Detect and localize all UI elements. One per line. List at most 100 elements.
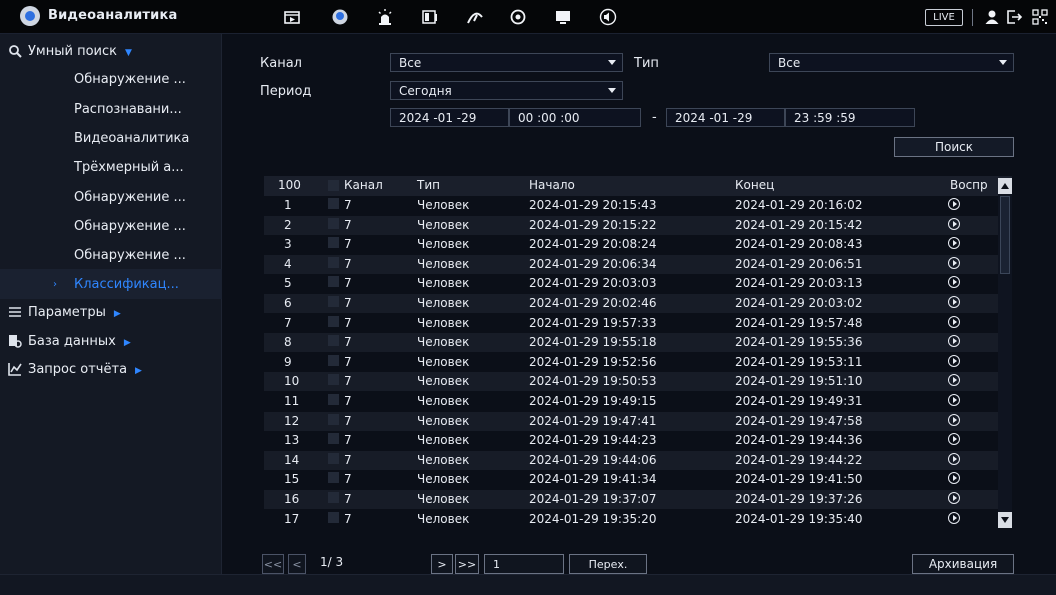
- table-row[interactable]: 2 7 Человек 2024-01-29 20:15:22 2024-01-29 2…: [264, 215, 1012, 235]
- table-row[interactable]: 11 7 Человек 2024-01-29 19:49:15 2024-01-29 …: [264, 392, 1012, 411]
- play-icon[interactable]: [948, 354, 960, 367]
- row-checkbox[interactable]: [328, 335, 339, 347]
- row-checkbox[interactable]: [328, 472, 339, 484]
- row-checkbox[interactable]: [328, 315, 339, 327]
- row-checkbox[interactable]: [328, 413, 339, 425]
- row-checkbox[interactable]: [328, 256, 339, 268]
- channel-select[interactable]: Все: [390, 53, 623, 72]
- sidebar-item-detection-4[interactable]: Обнаружение ...: [0, 240, 222, 270]
- table-row[interactable]: 4 7 Человек 2024-01-29 20:06:34 2024-01-29 2…: [264, 254, 1012, 274]
- table-row[interactable]: 9 7 Человек 2024-01-29 19:52:56 2024-01-29 1…: [264, 353, 1012, 372]
- user-icon[interactable]: [982, 7, 1002, 27]
- header-type[interactable]: Тип: [417, 178, 440, 192]
- archive-button[interactable]: Архивация: [912, 554, 1014, 574]
- goto-page-input[interactable]: 1: [484, 554, 564, 574]
- sidebar-group-report[interactable]: Запрос отчёта ▶: [0, 354, 222, 384]
- play-icon[interactable]: [948, 492, 960, 504]
- scroll-thumb[interactable]: [1000, 196, 1010, 274]
- select-all-checkbox[interactable]: [328, 180, 339, 191]
- sidebar-group-parameters[interactable]: Параметры ▶: [0, 297, 222, 327]
- table-row[interactable]: 17 7 Человек 2024-01-29 19:35:20 2024-01-29 …: [264, 510, 1012, 529]
- ptz-icon[interactable]: [508, 7, 528, 27]
- play-icon[interactable]: [948, 217, 960, 230]
- table-row[interactable]: 15 7 Человек 2024-01-29 19:41:34 2024-01-29 …: [264, 470, 1012, 489]
- type-select[interactable]: Все: [769, 53, 1014, 72]
- table-row[interactable]: 7 7 Человек 2024-01-29 19:57:33 2024-01-29 1…: [264, 314, 1012, 333]
- display-icon[interactable]: [420, 7, 440, 27]
- table-row[interactable]: 16 7 Человек 2024-01-29 19:37:07 2024-01-29 …: [264, 490, 1012, 509]
- sidebar-item-detection-2[interactable]: Обнаружение ...: [0, 182, 222, 212]
- sidebar-group-database[interactable]: База данных ▶: [0, 326, 222, 356]
- network-icon[interactable]: [465, 7, 485, 27]
- row-checkbox[interactable]: [328, 296, 339, 307]
- table-row[interactable]: 13 7 Человек 2024-01-29 19:44:23 2024-01-29 …: [264, 431, 1012, 450]
- play-icon[interactable]: [948, 276, 960, 289]
- play-icon[interactable]: [948, 394, 960, 406]
- sidebar-section-smart-search[interactable]: Умный поиск ▼: [0, 36, 222, 66]
- scroll-down-button[interactable]: [998, 512, 1012, 528]
- row-checkbox[interactable]: [328, 217, 339, 229]
- header-playback[interactable]: Воспр: [950, 178, 988, 192]
- logout-icon[interactable]: [1005, 7, 1025, 27]
- search-button[interactable]: Поиск: [894, 137, 1014, 157]
- play-icon[interactable]: [948, 256, 960, 269]
- play-icon[interactable]: [948, 296, 960, 308]
- header-channel[interactable]: Канал: [344, 178, 383, 192]
- sidebar-item-classification[interactable]: › Классификац...: [0, 269, 222, 299]
- sidebar-item-detection-3[interactable]: Обнаружение ...: [0, 211, 222, 241]
- sidebar-item-3d[interactable]: Трёхмерный а...: [0, 152, 222, 182]
- last-page-button[interactable]: >>: [455, 554, 479, 574]
- play-icon[interactable]: [948, 452, 960, 465]
- play-icon[interactable]: [948, 315, 960, 328]
- sidebar-item-video-analytics[interactable]: Видеоаналитика: [0, 123, 222, 153]
- play-icon[interactable]: [948, 472, 960, 485]
- end-time-input[interactable]: 23 :59 :59: [785, 108, 915, 127]
- audio-icon[interactable]: [598, 7, 618, 27]
- alarm-icon[interactable]: [375, 7, 395, 27]
- period-select[interactable]: Сегодня: [390, 81, 623, 100]
- next-page-button[interactable]: >: [431, 554, 453, 574]
- row-checkbox[interactable]: [328, 354, 339, 366]
- row-checkbox[interactable]: [328, 276, 339, 288]
- table-row[interactable]: 8 7 Человек 2024-01-29 19:55:18 2024-01-29 1…: [264, 333, 1012, 353]
- table-row[interactable]: 3 7 Человек 2024-01-29 20:08:24 2024-01-29 2…: [264, 235, 1012, 254]
- qr-icon[interactable]: [1030, 7, 1050, 27]
- face-icon[interactable]: [330, 7, 350, 27]
- playback-icon[interactable]: [282, 7, 302, 27]
- table-scrollbar[interactable]: [998, 178, 1012, 528]
- start-date-input[interactable]: 2024 -01 -29: [390, 108, 509, 127]
- table-row[interactable]: 14 7 Человек 2024-01-29 19:44:06 2024-01-29 …: [264, 450, 1012, 470]
- scroll-up-button[interactable]: [998, 178, 1012, 194]
- goto-page-button[interactable]: Перех.: [569, 554, 647, 574]
- sidebar-item-detection-1[interactable]: Обнаружение ...: [0, 64, 222, 94]
- table-row[interactable]: 10 7 Человек 2024-01-29 19:50:53 2024-01-29 …: [264, 372, 1012, 392]
- table-row[interactable]: 1 7 Человек 2024-01-29 20:15:43 2024-01-29 2…: [264, 196, 1012, 215]
- live-button[interactable]: LIVE: [925, 9, 963, 26]
- play-icon[interactable]: [948, 433, 960, 446]
- row-checkbox[interactable]: [328, 374, 339, 386]
- header-start[interactable]: Начало: [529, 178, 575, 192]
- play-icon[interactable]: [948, 511, 960, 524]
- table-row[interactable]: 5 7 Человек 2024-01-29 20:03:03 2024-01-29 2…: [264, 274, 1012, 293]
- play-icon[interactable]: [948, 413, 960, 426]
- prev-page-button[interactable]: <: [288, 554, 306, 574]
- row-checkbox[interactable]: [328, 452, 339, 464]
- row-checkbox[interactable]: [328, 394, 339, 405]
- monitor-icon[interactable]: [553, 7, 573, 27]
- header-end[interactable]: Конец: [735, 178, 774, 192]
- play-icon[interactable]: [948, 335, 960, 348]
- start-time-input[interactable]: 00 :00 :00: [509, 108, 641, 127]
- end-date-input[interactable]: 2024 -01 -29: [666, 108, 785, 127]
- table-row[interactable]: 6 7 Человек 2024-01-29 20:02:46 2024-01-29 2…: [264, 294, 1012, 313]
- table-row[interactable]: 12 7 Человек 2024-01-29 19:47:41 2024-01-29 …: [264, 411, 1012, 431]
- row-checkbox[interactable]: [328, 511, 339, 523]
- row-checkbox[interactable]: [328, 433, 339, 445]
- play-icon[interactable]: [948, 374, 960, 387]
- row-checkbox[interactable]: [328, 492, 339, 503]
- row-checkbox[interactable]: [328, 237, 339, 249]
- play-icon[interactable]: [948, 198, 960, 210]
- sidebar-item-recognition[interactable]: Распознавани...: [0, 94, 222, 124]
- first-page-button[interactable]: <<: [262, 554, 284, 574]
- play-icon[interactable]: [948, 237, 960, 250]
- row-checkbox[interactable]: [328, 198, 339, 209]
